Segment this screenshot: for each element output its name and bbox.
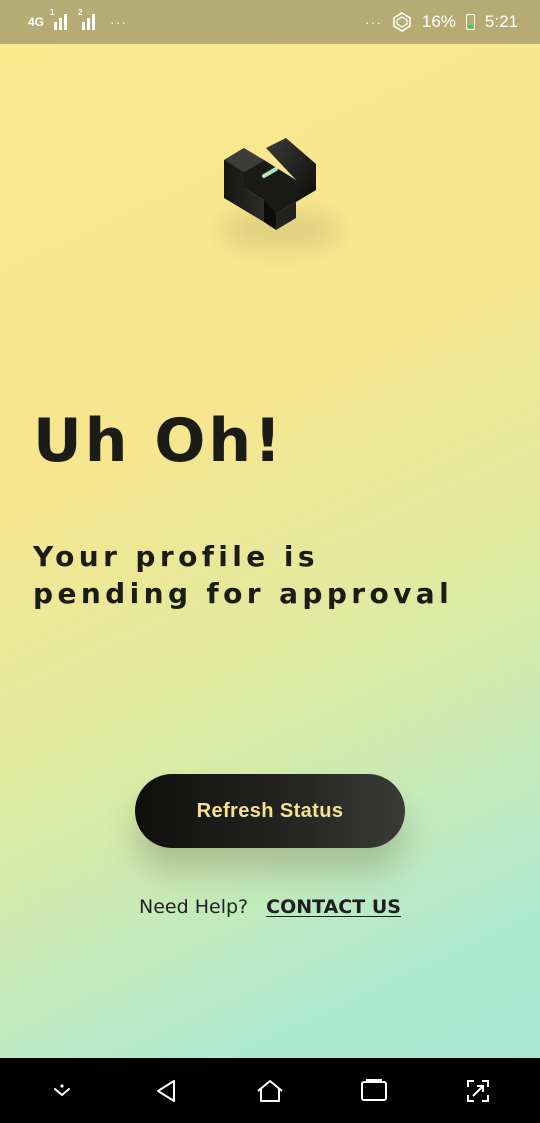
more-status-icon: ···	[364, 14, 382, 30]
sim1-badge: 1	[50, 8, 55, 17]
back-icon	[157, 1079, 175, 1102]
status-bar-left: 4G 1 2 ···	[28, 8, 128, 30]
page-title: Uh Oh!	[33, 406, 285, 476]
status-bar-right: ··· 16% 5:21	[365, 12, 518, 32]
home-button[interactable]	[250, 1071, 290, 1111]
pending-message-line1: Your profile is	[33, 540, 319, 573]
screenshot-button[interactable]	[458, 1071, 498, 1111]
recents-button[interactable]	[354, 1071, 394, 1111]
clock: 5:21	[484, 12, 518, 31]
contact-us-link[interactable]: CONTACT US	[266, 896, 401, 918]
app-logo-icon	[224, 138, 316, 230]
help-row: Need Help? CONTACT US	[0, 896, 540, 918]
chevron-down-icon	[54, 1083, 70, 1096]
hide-nav-button[interactable]	[42, 1071, 82, 1111]
battery-percent: 16%	[421, 12, 456, 31]
screenshot-icon	[467, 1079, 489, 1102]
signal-sim1-icon: 1	[50, 8, 72, 30]
back-button[interactable]	[146, 1071, 186, 1111]
navigation-bar	[0, 1058, 540, 1123]
need-help-text: Need Help?	[139, 896, 249, 918]
pending-message: Your profile is pending for approval	[33, 538, 513, 612]
pending-message-line2: pending for approval	[33, 577, 454, 610]
status-bar: 4G 1 2 ··· ··· 16% 5:21	[0, 0, 540, 44]
battery-icon	[465, 14, 475, 30]
app-logo	[216, 130, 340, 250]
home-icon	[257, 1079, 283, 1102]
refresh-status-button[interactable]: Refresh Status	[135, 774, 405, 848]
sync-icon	[393, 12, 411, 32]
signal-sim2-icon: 2	[78, 8, 100, 30]
sim2-badge: 2	[78, 8, 83, 17]
recents-icon	[361, 1078, 387, 1101]
more-notifications-icon: ···	[110, 14, 128, 30]
network-type: 4G	[28, 15, 45, 29]
